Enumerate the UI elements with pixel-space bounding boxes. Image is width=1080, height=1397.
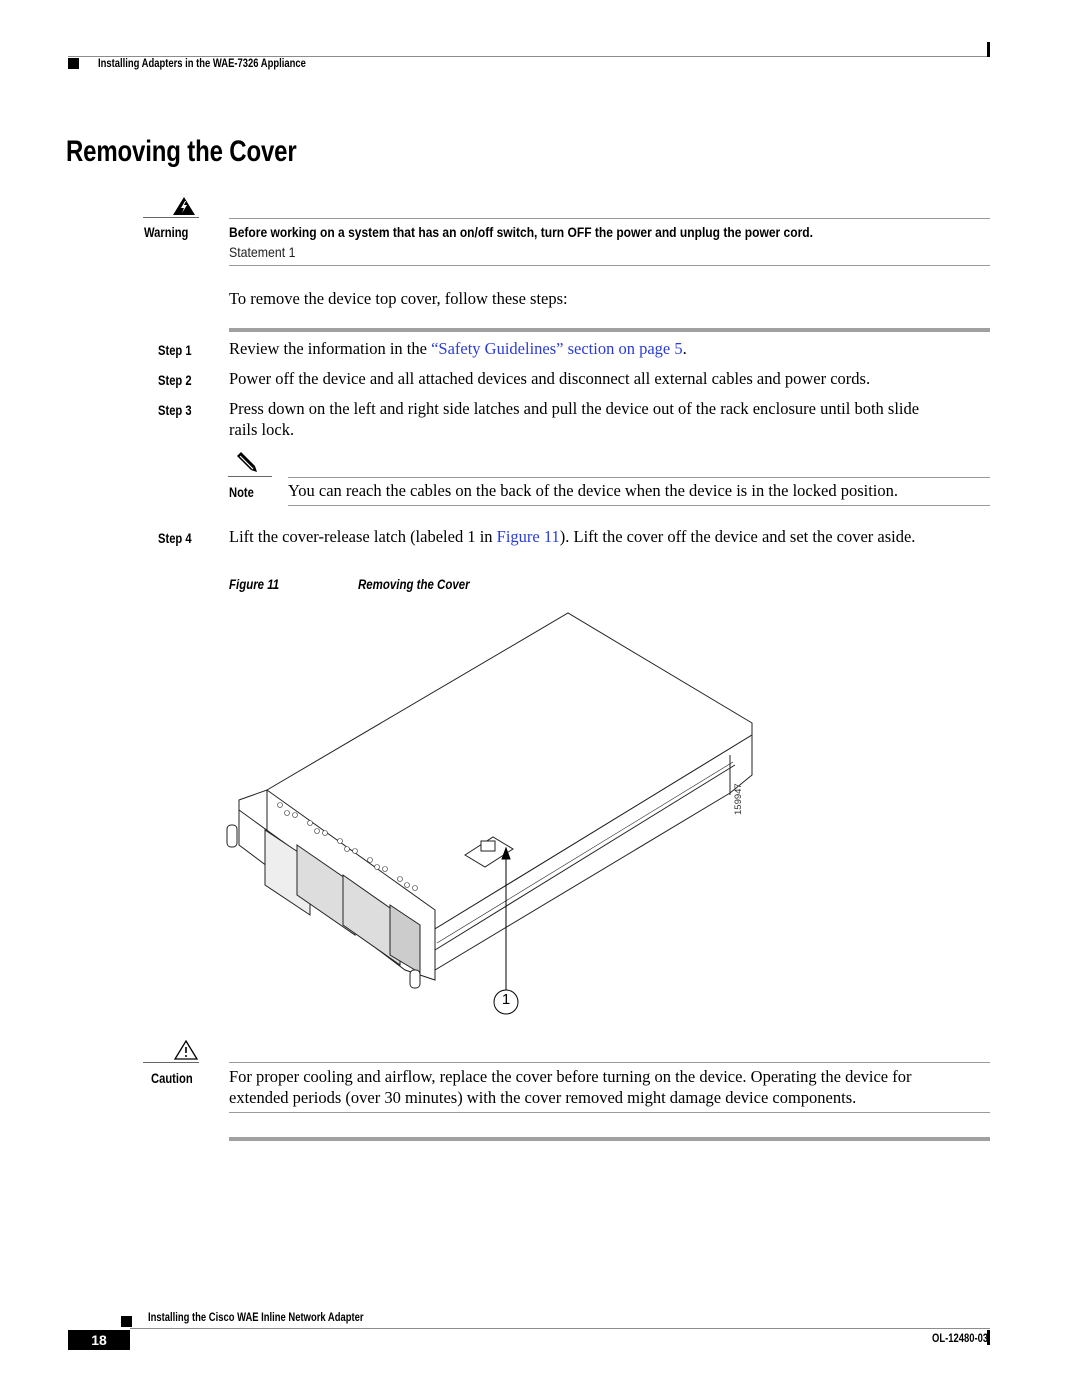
procedure-start-rule bbox=[229, 328, 990, 332]
caution-icon-rule bbox=[143, 1062, 199, 1063]
caution-bottom-rule bbox=[229, 1112, 990, 1113]
pencil-note-icon bbox=[234, 450, 258, 474]
procedure-end-rule bbox=[229, 1137, 990, 1141]
warning-icon-rule bbox=[143, 217, 199, 218]
step-2-text: Power off the device and all attached de… bbox=[229, 369, 871, 388]
header-tick-mark bbox=[987, 42, 990, 57]
doc-number: OL-12480-03 bbox=[932, 1333, 989, 1345]
safety-guidelines-link[interactable]: “Safety Guidelines” section on page 5 bbox=[431, 339, 683, 358]
caution-label: Caution bbox=[151, 1070, 193, 1086]
running-header: Installing Adapters in the WAE-7326 Appl… bbox=[98, 58, 306, 70]
step-4-label: Step 4 bbox=[158, 530, 192, 546]
footer-rule bbox=[130, 1328, 990, 1329]
warning-text: Before working on a system that has an o… bbox=[229, 224, 813, 240]
lightning-warning-icon bbox=[172, 196, 196, 216]
step-3-label: Step 3 bbox=[158, 402, 192, 418]
footer-book-title: Installing the Cisco WAE Inline Network … bbox=[148, 1312, 364, 1324]
figure-11-link[interactable]: Figure 11 bbox=[497, 527, 560, 546]
step-2-label: Step 2 bbox=[158, 372, 192, 388]
server-cover-illustration: 1 159947 bbox=[225, 605, 785, 1025]
header-marker bbox=[68, 58, 79, 69]
figure-number: Figure 11 bbox=[229, 577, 280, 592]
warning-top-rule bbox=[229, 218, 990, 219]
step-4-text-after: ). Lift the cover off the device and set… bbox=[559, 527, 916, 546]
footer-marker bbox=[121, 1316, 132, 1327]
note-bottom-rule bbox=[288, 505, 990, 506]
figure-caption: Removing the Cover bbox=[358, 577, 470, 592]
warning-label: Warning bbox=[144, 224, 189, 240]
note-label: Note bbox=[229, 484, 254, 500]
note-top-rule bbox=[288, 477, 990, 478]
step-4-text: Lift the cover-release latch (labeled 1 … bbox=[229, 526, 915, 547]
step-1-text: Review the information in the “Safety Gu… bbox=[229, 338, 687, 359]
intro-text: To remove the device top cover, follow t… bbox=[229, 289, 568, 308]
note-icon-rule bbox=[228, 476, 272, 477]
caution-triangle-icon bbox=[173, 1039, 199, 1060]
step-1-label: Step 1 bbox=[158, 342, 192, 358]
section-title: Removing the Cover bbox=[66, 135, 297, 168]
step-3-text-line2: rails lock. bbox=[229, 420, 295, 439]
header-rule bbox=[68, 56, 990, 57]
caution-text-line2: extended periods (over 30 minutes) with … bbox=[229, 1088, 857, 1107]
step-3-text-line1: Press down on the left and right side la… bbox=[229, 399, 920, 418]
step-4-text-before: Lift the cover-release latch (labeled 1 … bbox=[229, 527, 497, 546]
warning-statement: Statement 1 bbox=[229, 244, 296, 260]
callout-number: 1 bbox=[501, 991, 511, 1008]
art-id-label: 159947 bbox=[733, 783, 744, 815]
step-1-text-before: Review the information in the bbox=[229, 339, 432, 358]
footer-tick-mark bbox=[987, 1330, 990, 1345]
step-1-text-after: . bbox=[682, 339, 687, 358]
caution-text-line1: For proper cooling and airflow, replace … bbox=[229, 1067, 912, 1086]
note-text: You can reach the cables on the back of … bbox=[288, 481, 899, 500]
caution-top-rule bbox=[229, 1062, 990, 1063]
warning-bottom-rule bbox=[229, 265, 990, 266]
page-number: 18 bbox=[68, 1330, 130, 1350]
